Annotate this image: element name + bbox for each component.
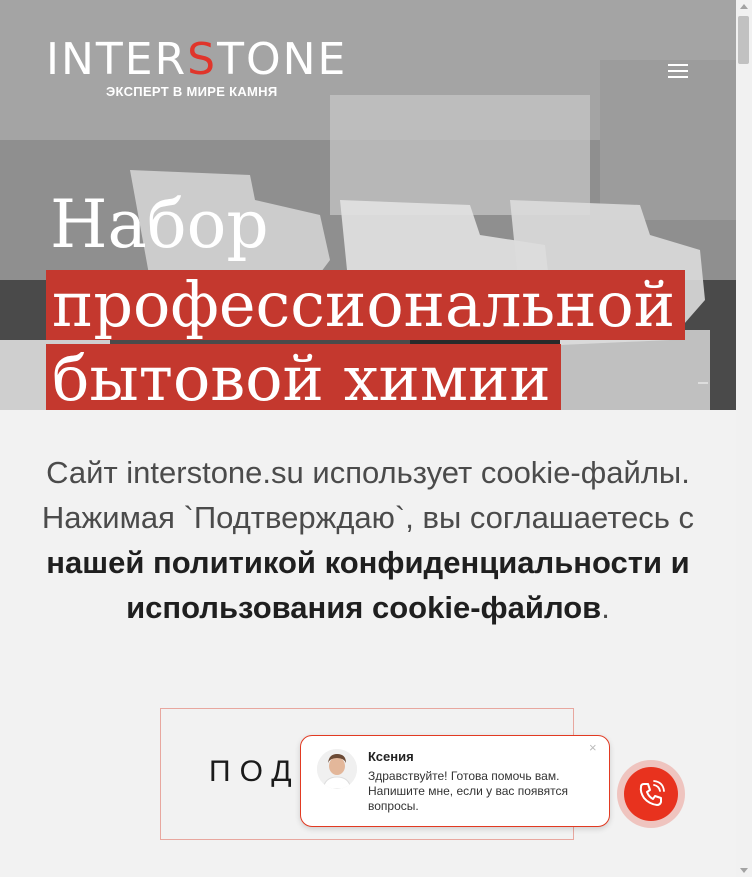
hero-title-line-2: профессиональной [46, 270, 686, 340]
site-logo[interactable]: INTERSTONE ЭКСПЕРТ В МИРЕ КАМНЯ [46, 34, 348, 100]
hero-banner: INTERSTONE ЭКСПЕРТ В МИРЕ КАМНЯ Набор пр… [0, 0, 736, 410]
logo-tagline: ЭКСПЕРТ В МИРЕ КАМНЯ [106, 84, 278, 99]
slider-indicator[interactable] [698, 382, 708, 384]
chat-greeting-message: Здравствуйте! Готова помочь вам. Напишит… [368, 769, 569, 813]
privacy-policy-link[interactable]: нашей политикой конфиденциальности и исп… [46, 545, 689, 625]
scroll-up-arrow-icon[interactable] [740, 4, 748, 9]
hero-title-line-3: бытовой химии [46, 344, 561, 410]
phone-call-button[interactable] [624, 767, 678, 821]
hero-title: Набор профессиональной бытовой химии [46, 180, 726, 410]
phone-icon [639, 780, 665, 806]
operator-name: Ксения [368, 749, 414, 764]
scrollbar-thumb[interactable] [738, 16, 749, 64]
close-icon[interactable]: × [589, 740, 597, 755]
hamburger-menu-icon[interactable] [668, 64, 688, 78]
hero-title-line-1: Набор [50, 186, 269, 263]
logo-wordmark: INTERSTONE [46, 34, 348, 85]
chat-popup[interactable]: Ксения Здравствуйте! Готова помочь вам. … [300, 735, 610, 827]
cookie-notice-text: Сайт interstone.su использует cookie-фай… [41, 455, 695, 625]
scroll-down-arrow-icon[interactable] [740, 868, 748, 873]
callback-widget[interactable] [617, 760, 685, 828]
operator-avatar [317, 749, 357, 789]
vertical-scrollbar[interactable] [736, 0, 752, 877]
